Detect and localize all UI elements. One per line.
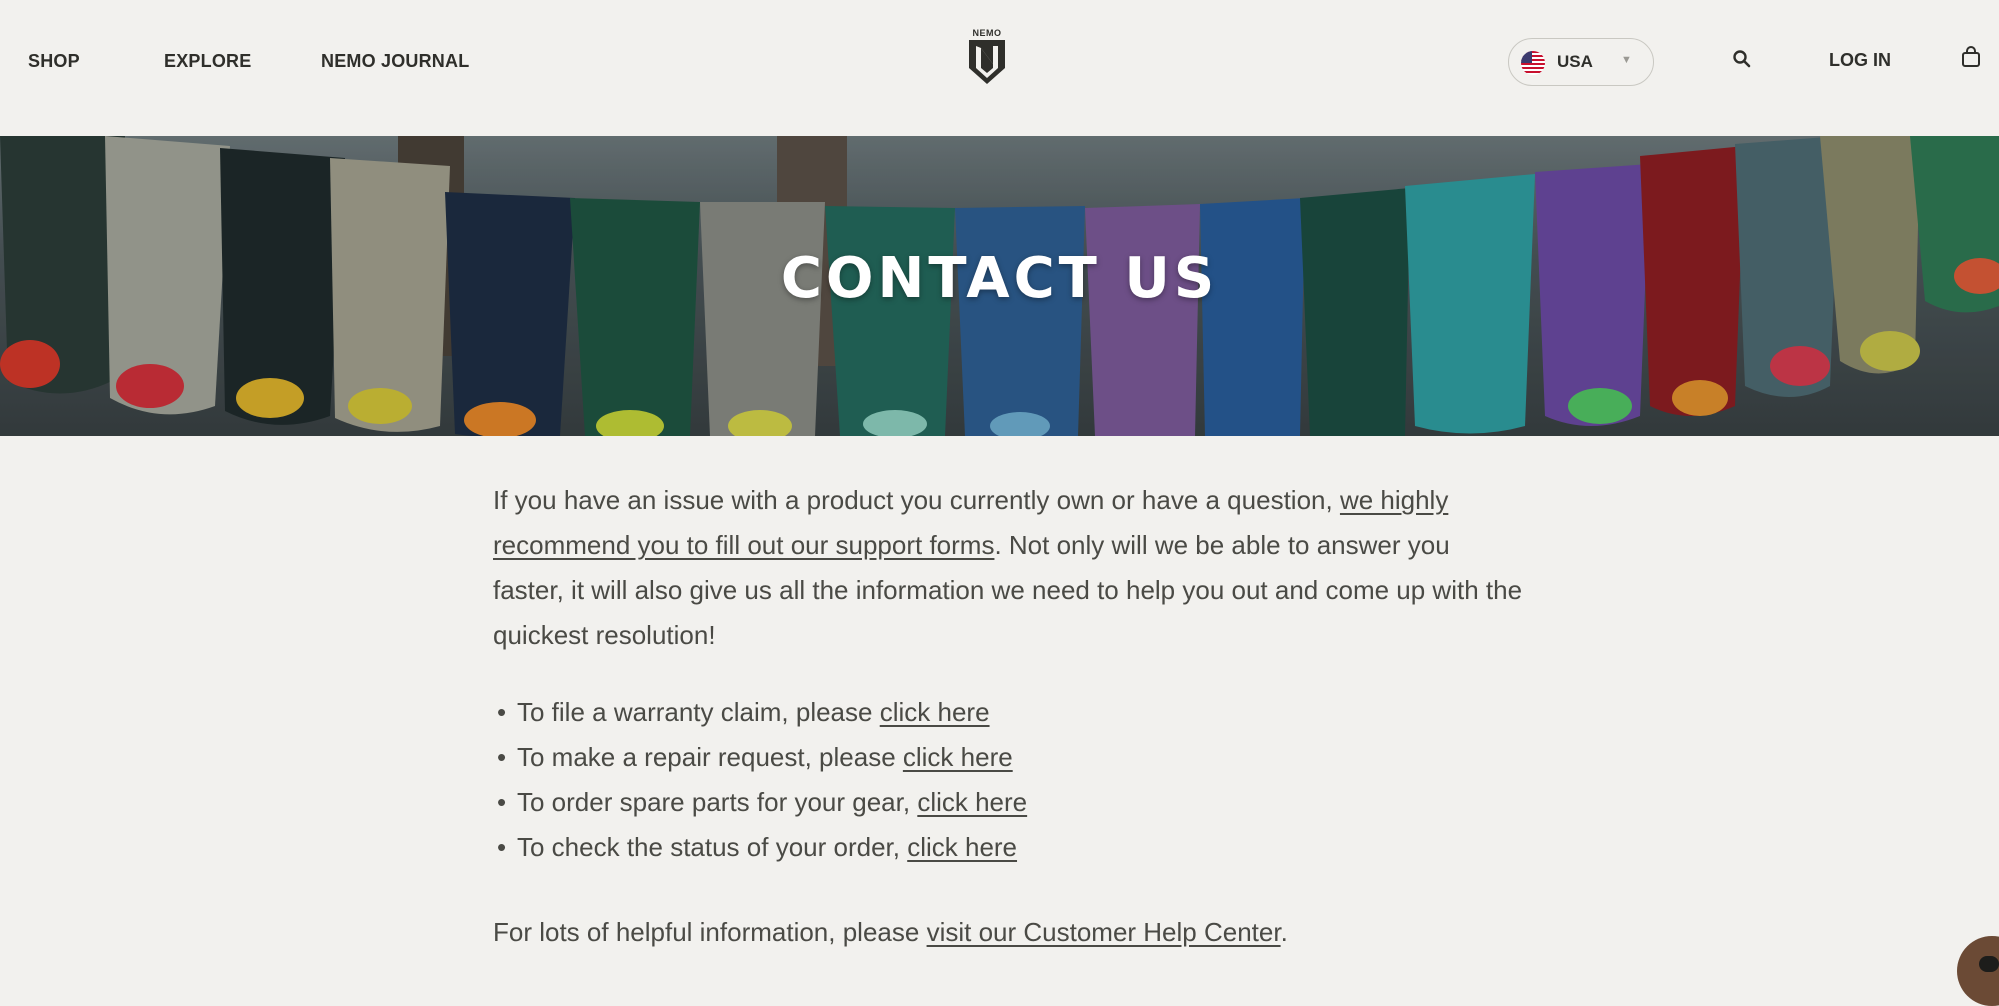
bullet-dot: • <box>497 742 507 772</box>
country-selector[interactable]: USA ▼ <box>1508 38 1654 86</box>
help-text-after: . <box>1280 917 1288 947</box>
contact-content: If you have an issue with a product you … <box>493 478 1523 955</box>
warranty-claim-link[interactable]: click here <box>880 697 990 727</box>
repair-request-link[interactable]: click here <box>903 742 1013 772</box>
nav-shop[interactable]: SHOP <box>28 50 80 72</box>
login-link[interactable]: LOG IN <box>1829 50 1891 71</box>
nav-nemo-journal[interactable]: NEMO JOURNAL <box>321 50 469 72</box>
country-label: USA <box>1557 52 1593 71</box>
site-header: SHOP EXPLORE NEMO JOURNAL NEMO USA ▼ LOG… <box>0 0 1999 136</box>
list-item-text: To file a warranty claim, please <box>517 697 880 727</box>
list-item-text: To check the status of your order, <box>517 832 908 862</box>
bullet-dot: • <box>497 832 507 862</box>
help-paragraph: For lots of helpful information, please … <box>493 910 1523 955</box>
logo-shield-icon <box>969 40 1005 84</box>
nav-explore[interactable]: EXPLORE <box>164 50 251 72</box>
list-item-text: To order spare parts for your gear, <box>517 787 918 817</box>
list-item-warranty: • To file a warranty claim, please click… <box>493 690 1523 735</box>
search-icon[interactable] <box>1732 49 1752 69</box>
nemo-logo[interactable]: NEMO <box>964 28 1010 88</box>
support-options-list: • To file a warranty claim, please click… <box>493 690 1523 870</box>
intro-paragraph: If you have an issue with a product you … <box>493 478 1523 658</box>
order-status-link[interactable]: click here <box>907 832 1017 862</box>
spare-parts-link[interactable]: click here <box>917 787 1027 817</box>
bullet-dot: • <box>497 697 507 727</box>
list-item-text: To make a repair request, please <box>517 742 903 772</box>
page-title: CONTACT US <box>780 246 1219 311</box>
list-item-repair: • To make a repair request, please click… <box>493 735 1523 780</box>
list-item-order-status: • To check the status of your order, cli… <box>493 825 1523 870</box>
intro-text-before: If you have an issue with a product you … <box>493 485 1340 515</box>
chat-bubble-glyph <box>1979 956 1999 972</box>
bullet-dot: • <box>497 787 507 817</box>
chat-icon[interactable] <box>1957 936 1999 1006</box>
logo-wordmark: NEMO <box>972 28 1002 38</box>
list-item-spare-parts: • To order spare parts for your gear, cl… <box>493 780 1523 825</box>
us-flag-icon <box>1521 51 1545 75</box>
hero-banner: CONTACT US <box>0 136 1999 436</box>
customer-help-center-link[interactable]: visit our Customer Help Center <box>927 917 1281 947</box>
caret-down-icon: ▼ <box>1621 54 1632 66</box>
help-text-before: For lots of helpful information, please <box>493 917 927 947</box>
bag-icon[interactable] <box>1961 46 1981 68</box>
